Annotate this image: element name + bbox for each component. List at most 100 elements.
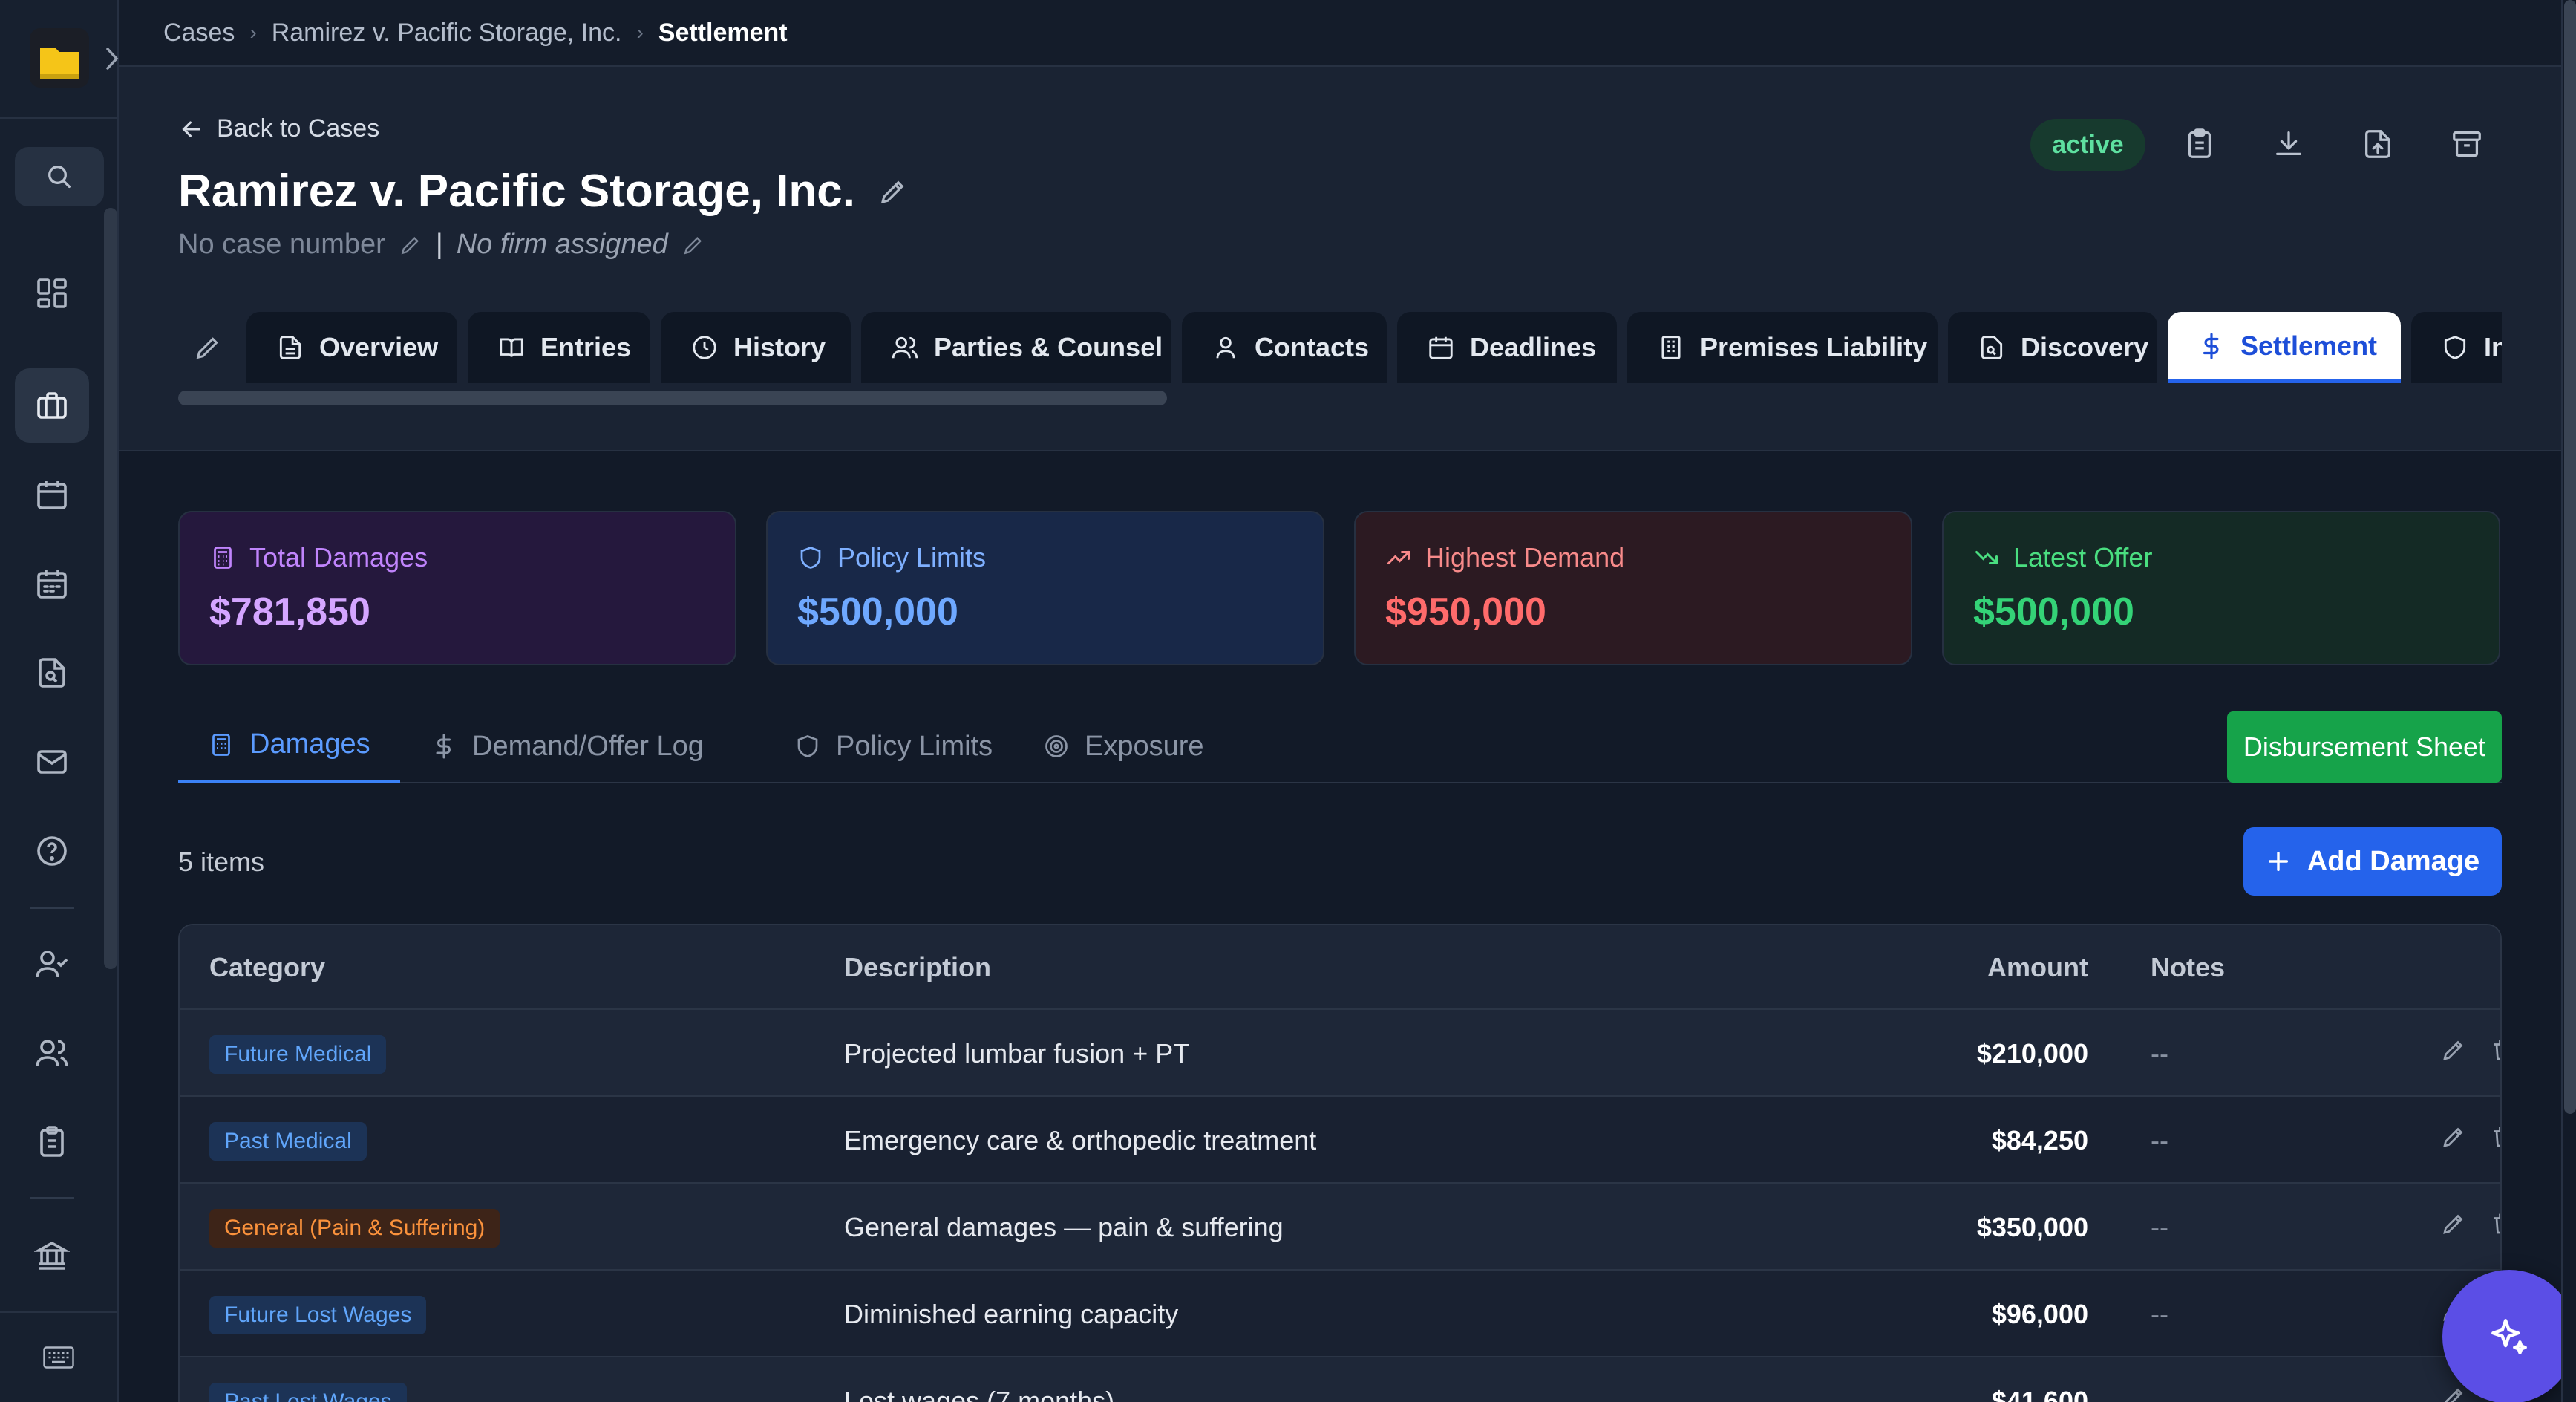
column-description[interactable]: Description [844, 952, 991, 983]
nav-court[interactable] [15, 1218, 89, 1292]
subtab-label: Exposure [1085, 730, 1204, 762]
pencil-icon[interactable] [877, 176, 909, 207]
tab-discovery[interactable]: Discovery [1948, 312, 2157, 383]
tab-settlement[interactable]: Settlement [2168, 312, 2401, 383]
notes-cell: -- [2151, 1386, 2168, 1402]
subtab-demand-offer-log[interactable]: Demand/Offer Log [401, 709, 733, 783]
nav-tasks[interactable] [15, 1105, 89, 1179]
nav-calendar[interactable] [15, 457, 89, 532]
user-icon [1216, 336, 1235, 359]
pencil-icon[interactable] [399, 233, 422, 257]
trash-icon[interactable] [2490, 1037, 2500, 1063]
pencil-icon[interactable] [2440, 1124, 2467, 1150]
page-title: Ramirez v. Pacific Storage, Inc. [178, 165, 909, 218]
nav-user-check[interactable] [15, 927, 89, 1001]
tab-label: Parties & Counsel [934, 332, 1163, 362]
status-badge: active [2030, 119, 2145, 171]
chevron-right-icon[interactable] [104, 46, 120, 71]
table-header: Category Description Amount Notes [180, 925, 2500, 1010]
stat-value: $500,000 [797, 590, 958, 633]
trash-icon[interactable] [2490, 1210, 2500, 1237]
pencil-icon[interactable] [681, 233, 705, 257]
back-to-cases-link[interactable]: Back to Cases [178, 114, 379, 143]
app-logo[interactable] [30, 28, 89, 88]
edit-tabs-button[interactable] [178, 312, 238, 383]
nav-documents[interactable] [15, 636, 89, 710]
subtab-label: Policy Limits [836, 730, 993, 762]
rail-scrollbar[interactable] [104, 208, 117, 969]
sparkles-icon [2491, 1319, 2527, 1354]
stat-highest-demand: Highest Demand $950,000 [1354, 511, 1912, 665]
breadcrumb-current: Settlement [658, 18, 788, 47]
dashboard-icon [37, 278, 67, 308]
export-button[interactable] [2357, 123, 2399, 165]
download-button[interactable] [2268, 123, 2309, 165]
column-amount[interactable]: Amount [1987, 952, 2088, 983]
tab-contacts[interactable]: Contacts [1182, 312, 1387, 383]
shield-icon [2444, 336, 2466, 359]
breadcrumb: Cases › Ramirez v. Pacific Storage, Inc.… [119, 0, 2561, 67]
tab-history[interactable]: History [661, 312, 851, 383]
target-icon [1045, 735, 1068, 757]
tab-premises-liability[interactable]: Premises Liability [1627, 312, 1938, 383]
nav-help[interactable] [15, 814, 89, 888]
add-damage-label: Add Damage [2307, 845, 2480, 877]
tab-label: Contacts [1255, 332, 1370, 362]
nav-users[interactable] [15, 1016, 89, 1090]
column-category[interactable]: Category [209, 952, 325, 983]
tab-label: History [733, 332, 826, 362]
breadcrumb-case[interactable]: Ramirez v. Pacific Storage, Inc. [272, 19, 622, 48]
tab-label: Discovery [2021, 332, 2149, 362]
description-cell: Lost wages (7 months) [844, 1386, 1115, 1402]
tab-label: Deadlines [1470, 332, 1597, 362]
nav-cases[interactable] [15, 368, 89, 443]
notes-cell: -- [2151, 1038, 2168, 1069]
case-tabs: Overview Entries History Parties & Couns… [178, 312, 2502, 401]
description-cell: Projected lumbar fusion + PT [844, 1038, 1190, 1069]
search-button[interactable] [15, 147, 104, 206]
tab-parties-counsel[interactable]: Parties & Counsel [861, 312, 1171, 383]
pencil-icon[interactable] [2440, 1384, 2467, 1402]
column-notes[interactable]: Notes [2151, 952, 2225, 983]
calendar-days-icon [37, 570, 67, 599]
tab-entries[interactable]: Entries [468, 312, 650, 383]
tabs-scrollbar[interactable] [178, 391, 1167, 405]
back-label: Back to Cases [217, 114, 380, 143]
tab-overview[interactable]: Overview [246, 312, 457, 383]
landmark-icon [34, 1241, 70, 1270]
stat-value: $500,000 [1973, 590, 2134, 633]
table-row: Future Lost Wages Diminished earning capa… [180, 1271, 2500, 1357]
trash-icon[interactable] [2490, 1124, 2500, 1150]
description-cell: Emergency care & orthopedic treatment [844, 1125, 1317, 1155]
stat-label: Policy Limits [837, 542, 987, 573]
clipboard-button[interactable] [2179, 123, 2220, 165]
archive-icon [2453, 131, 2481, 157]
keyboard-icon[interactable] [43, 1346, 74, 1369]
calculator-icon [212, 733, 230, 756]
archive-button[interactable] [2446, 123, 2488, 165]
tab-insurance[interactable]: Ins [2411, 312, 2502, 383]
nav-mail[interactable] [15, 725, 89, 799]
case-number: No case number [178, 229, 385, 260]
pencil-icon[interactable] [2440, 1037, 2467, 1063]
nav-dashboard[interactable] [15, 256, 89, 330]
help-circle-icon [37, 836, 67, 866]
case-header: Back to Cases Ramirez v. Pacific Storage… [119, 67, 2561, 451]
subtab-damages[interactable]: Damages [178, 709, 400, 783]
subtab-policy-limits[interactable]: Policy Limits [765, 709, 1022, 783]
amount-cell: $84,250 [1991, 1125, 2088, 1155]
pencil-icon[interactable] [2440, 1210, 2467, 1237]
disbursement-sheet-button[interactable]: Disbursement Sheet [2227, 711, 2502, 783]
trending-down-icon [1975, 551, 1998, 564]
add-damage-button[interactable]: Add Damage [2243, 827, 2502, 896]
tab-deadlines[interactable]: Deadlines [1397, 312, 1617, 383]
nav-schedule[interactable] [15, 547, 89, 621]
briefcase-icon [37, 392, 67, 419]
breadcrumb-cases[interactable]: Cases [163, 19, 235, 48]
subtab-exposure[interactable]: Exposure [1013, 709, 1234, 783]
ai-assistant-button[interactable] [2442, 1270, 2576, 1402]
subtitle-separator: | [435, 229, 443, 260]
tab-label: Ins [2484, 332, 2502, 362]
page-scrollbar[interactable] [2561, 0, 2576, 1402]
search-icon [48, 166, 71, 188]
